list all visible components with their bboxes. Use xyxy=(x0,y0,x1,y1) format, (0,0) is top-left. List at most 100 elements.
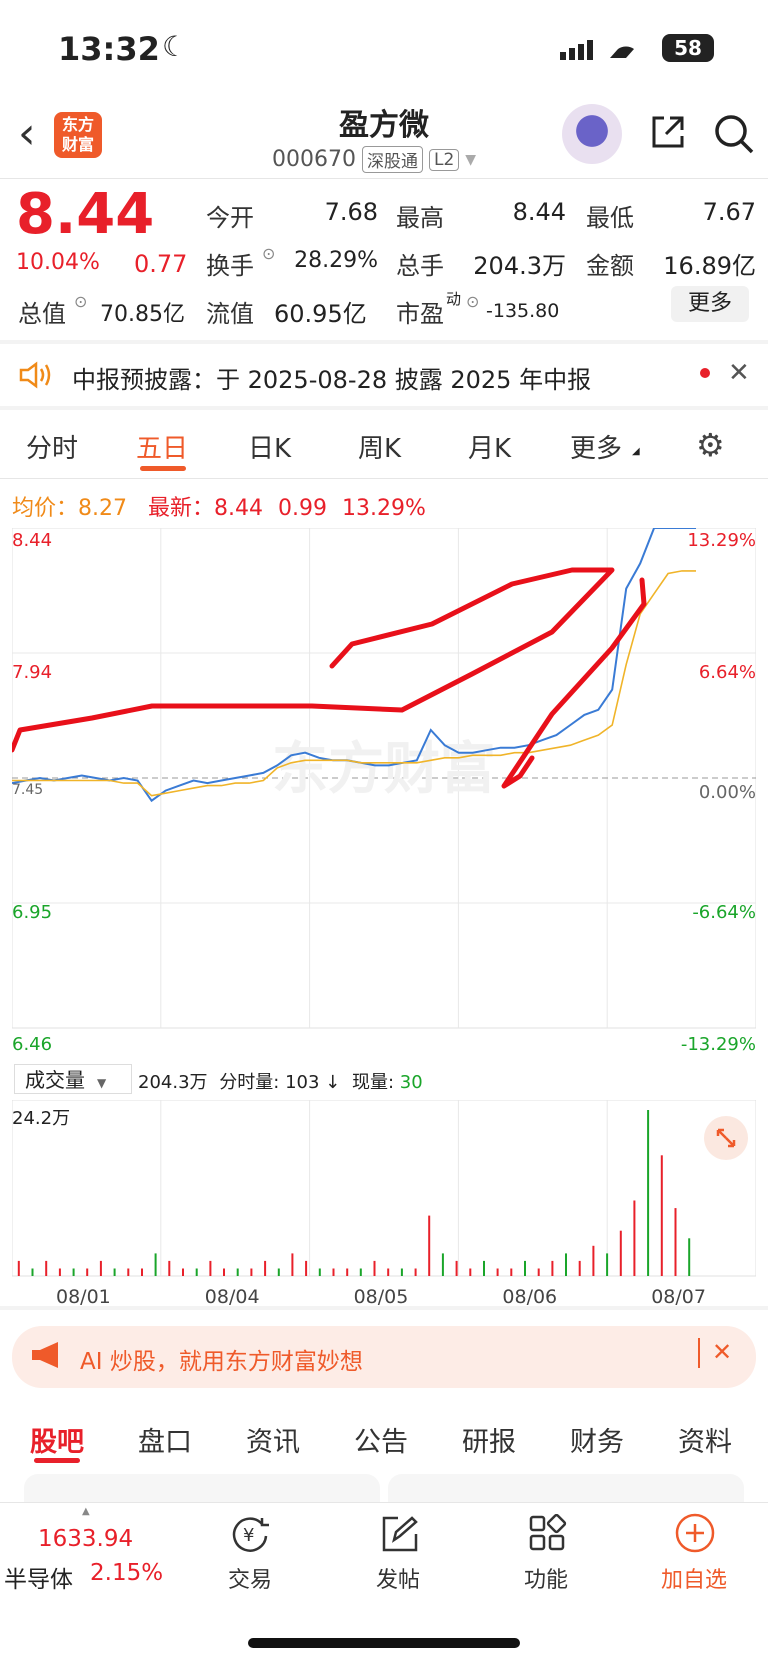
amount-label: 金额 xyxy=(586,252,634,280)
ad-close-icon[interactable]: ✕ xyxy=(712,1338,732,1366)
volume-select[interactable]: 成交量 ▼ xyxy=(14,1064,132,1094)
price-chart[interactable]: 东方财富 xyxy=(12,528,756,1060)
tab-finance[interactable]: 财务 xyxy=(570,1420,624,1459)
y-tick-right: -6.64% xyxy=(692,902,756,923)
post-icon[interactable] xyxy=(380,1514,420,1558)
volume-bar xyxy=(195,1268,198,1276)
info-icon[interactable]: ⊙ xyxy=(466,292,479,311)
y-tick-right: 6.64% xyxy=(698,662,756,683)
trade-label[interactable]: 交易 xyxy=(200,1562,300,1594)
volume-bar xyxy=(17,1260,20,1276)
y-tick-left: 7.94 xyxy=(12,662,53,683)
volume-bar xyxy=(387,1268,390,1276)
post-card[interactable] xyxy=(388,1474,744,1504)
trade-icon[interactable]: ¥ xyxy=(228,1514,272,1558)
chart-summary: 均价：8.27 最新：8.44 0.99 13.29% xyxy=(12,496,426,521)
amount-value: 16.89亿 xyxy=(663,252,756,280)
turnover-label: 换手 xyxy=(206,252,254,280)
ad-text[interactable]: AI 炒股，就用东方财富妙想 xyxy=(80,1342,363,1376)
volume-bar xyxy=(606,1253,609,1276)
tab-five-day[interactable]: 五日 xyxy=(136,428,188,465)
search-icon[interactable] xyxy=(712,112,756,160)
index-pct[interactable]: 2.15% xyxy=(90,1560,163,1586)
volume-bar xyxy=(647,1110,650,1276)
volume-bar xyxy=(31,1268,34,1276)
info-icon[interactable]: ⊙ xyxy=(74,292,87,311)
ai-assistant-icon[interactable] xyxy=(562,104,622,164)
corner-arrow-icon: ◢ xyxy=(632,446,640,457)
volume-bar xyxy=(141,1268,143,1276)
pe-value: -135.80 xyxy=(486,300,560,322)
stock-code-row[interactable]: 000670 深股通 L2 ▼ xyxy=(272,146,476,173)
megaphone-icon xyxy=(30,1340,64,1374)
market-tag: 深股通 xyxy=(361,146,423,173)
current-price: 8.44 xyxy=(16,182,155,247)
volume-bar xyxy=(45,1260,48,1276)
notice-text[interactable]: 中报预披露：于 2025-08-28 披露 2025 年中报 xyxy=(72,360,591,395)
tab-research[interactable]: 研报 xyxy=(462,1420,516,1459)
tab-fenshi[interactable]: 分时 xyxy=(26,428,78,465)
tab-month-k[interactable]: 月K xyxy=(468,428,511,465)
volume-info: 204.3万 分时量: 103 ↓ 现量: 30 xyxy=(138,1072,423,1093)
tab-pankou[interactable]: 盘口 xyxy=(138,1420,192,1459)
volume-bar xyxy=(428,1215,431,1276)
index-value[interactable]: 1633.94 xyxy=(38,1526,133,1552)
volume-bar xyxy=(113,1268,116,1276)
volume-bar xyxy=(537,1268,540,1276)
volume-bar xyxy=(592,1245,595,1276)
post-label[interactable]: 发帖 xyxy=(348,1562,448,1594)
open-value: 7.68 xyxy=(324,198,378,226)
volume-bar xyxy=(483,1260,485,1276)
more-button[interactable]: 更多 xyxy=(671,286,749,322)
tab-announcement[interactable]: 公告 xyxy=(354,1420,408,1459)
volume-bar xyxy=(250,1268,253,1276)
ad-divider xyxy=(698,1338,700,1368)
tab-profile[interactable]: 资料 xyxy=(678,1420,732,1459)
function-label[interactable]: 功能 xyxy=(496,1562,596,1594)
change-amount: 0.77 xyxy=(134,250,188,278)
low-value: 7.67 xyxy=(702,198,756,226)
speaker-icon xyxy=(18,360,54,394)
change-percent: 10.04% xyxy=(16,250,100,275)
y-tick-left: 6.95 xyxy=(12,902,53,923)
volume-value: 204.3万 xyxy=(473,252,566,280)
add-icon[interactable] xyxy=(674,1512,716,1558)
tab-day-k[interactable]: 日K xyxy=(248,428,291,465)
volume-bar xyxy=(154,1253,157,1276)
volume-bar xyxy=(455,1260,458,1276)
volume-chart[interactable] xyxy=(12,1100,756,1284)
settings-icon[interactable]: ⚙ xyxy=(696,426,725,464)
expand-icon[interactable] xyxy=(704,1116,748,1160)
tab-more[interactable]: 更多 xyxy=(570,428,622,465)
divider xyxy=(0,178,768,179)
y-tick-left: 7.45 xyxy=(12,782,44,798)
volume-bar xyxy=(332,1268,335,1276)
volume-bar xyxy=(565,1253,567,1276)
info-icon[interactable]: ⊙ xyxy=(262,244,275,263)
low-label: 最低 xyxy=(586,204,634,232)
x-axis-label: 08/04 xyxy=(204,1286,260,1308)
share-icon[interactable] xyxy=(648,112,688,156)
volume-bar xyxy=(305,1260,308,1276)
close-icon[interactable]: ✕ xyxy=(728,358,750,388)
volume-bar xyxy=(346,1268,349,1276)
y-tick-right: 13.29% xyxy=(687,530,756,551)
mcap-value: 70.85亿 xyxy=(100,302,185,327)
x-axis-label: 08/07 xyxy=(651,1286,706,1308)
mcap-label: 总值 xyxy=(18,300,66,328)
volume-max-label: 24.2万 xyxy=(12,1108,71,1129)
function-icon[interactable] xyxy=(528,1513,568,1558)
index-name[interactable]: 半导体 xyxy=(4,1560,73,1594)
volume-bar xyxy=(674,1208,677,1276)
add-watch-label[interactable]: 加自选 xyxy=(644,1562,744,1594)
tab-news[interactable]: 资讯 xyxy=(246,1420,300,1459)
volume-bar xyxy=(127,1268,130,1276)
volume-bar xyxy=(58,1268,61,1276)
post-card[interactable] xyxy=(24,1474,380,1504)
float-label: 流值 xyxy=(206,300,254,328)
tab-week-k[interactable]: 周K xyxy=(358,428,401,465)
volume-frame xyxy=(12,1100,756,1277)
battery-icon: 58 xyxy=(662,34,714,62)
tab-guba[interactable]: 股吧 xyxy=(30,1420,84,1459)
divider xyxy=(0,406,768,410)
